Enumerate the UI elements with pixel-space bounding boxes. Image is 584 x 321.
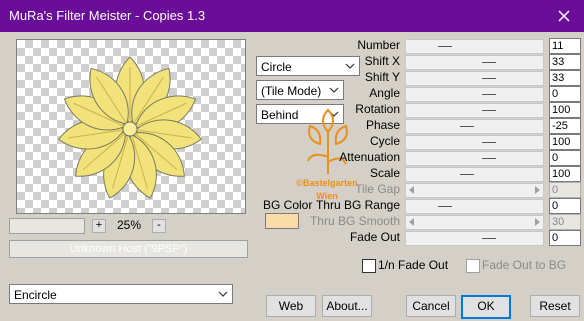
slider-thumb[interactable] [482,94,496,95]
preview-canvas[interactable] [16,39,246,214]
zoom-out-button[interactable]: - [152,219,166,233]
param-value-angle[interactable]: 0 [549,86,581,102]
param-label-rotation: Rotation [355,102,400,116]
param-label-thru-bg-range: Thru BG Range [315,198,400,212]
param-label-number: Number [357,38,400,52]
title-bar: MuRa's Filter Meister - Copies 1.3 [0,0,584,32]
param-slider-shift-y[interactable] [405,71,544,86]
param-value-cycle[interactable]: 100 [549,134,581,150]
param-value-thru-bg-range[interactable]: 0 [549,198,581,214]
dialog-body: + 25% - Unknown Host ("9PSP") Circle (Ti… [0,32,584,321]
param-value-rotation[interactable]: 100 [549,102,581,118]
slider-thumb[interactable] [482,238,496,239]
param-label-shift-x: Shift X [364,54,400,68]
slider-thumb[interactable] [438,206,452,207]
param-label-attenuation: Attenuation [339,150,400,164]
param-value-scale[interactable]: 100 [549,166,581,182]
slider-thumb[interactable] [460,126,474,127]
param-value-tile-gap[interactable]: 0 [549,182,581,198]
zoom-track [9,218,85,234]
param-value-number[interactable]: 11 [549,38,581,54]
fade-1n-checkbox[interactable] [362,259,376,273]
zoom-level: 25% [117,218,142,232]
param-slider-rotation[interactable] [405,103,544,118]
param-value-phase[interactable]: -25 [549,118,581,134]
fade-bg-checkbox[interactable] [466,259,480,273]
param-slider-scale[interactable] [405,167,544,182]
param-slider-phase[interactable] [405,119,544,134]
param-value-shift-x[interactable]: 33 [549,54,581,70]
right-arrow-icon[interactable] [535,218,540,226]
param-label-fade-out: Fade Out [349,230,400,244]
param-label-angle: Angle [369,86,400,100]
param-slider-fade-out[interactable] [405,231,544,246]
param-label-cycle: Cycle [369,134,400,148]
effect-combo-value: Encircle [14,288,57,302]
host-status: Unknown Host ("9PSP") [9,240,248,258]
web-button[interactable]: Web [266,295,316,317]
cancel-button[interactable]: Cancel [406,295,456,317]
param-slider-tile-gap[interactable] [405,183,544,198]
param-label-tile-gap: Tile Gap [355,182,400,196]
param-slider-thru-bg-range[interactable] [405,199,544,214]
about-button[interactable]: About... [322,295,372,317]
chevron-down-icon [218,291,228,297]
slider-thumb[interactable] [482,62,496,63]
param-slider-number[interactable] [405,39,544,54]
effect-combo[interactable]: Encircle [9,284,233,304]
slider-thumb[interactable] [482,158,496,159]
left-arrow-icon[interactable] [409,186,414,194]
param-label-phase: Phase [365,118,400,132]
param-label-scale: Scale [369,166,400,180]
param-value-shift-y[interactable]: 33 [549,70,581,86]
param-slider-angle[interactable] [405,87,544,102]
param-slider-attenuation[interactable] [405,151,544,166]
param-value-attenuation[interactable]: 0 [549,150,581,166]
param-value-thru-bg-smooth[interactable]: 30 [549,214,581,230]
window-title: MuRa's Filter Meister - Copies 1.3 [9,8,206,23]
slider-thumb[interactable] [482,78,496,79]
left-arrow-icon[interactable] [409,218,414,226]
slider-thumb[interactable] [482,142,496,143]
right-arrow-icon[interactable] [535,186,540,194]
flower-center [122,121,138,137]
fade-1n-label: 1/n Fade Out [378,258,449,272]
ok-button[interactable]: OK [461,295,511,319]
param-slider-cycle[interactable] [405,135,544,150]
close-icon[interactable] [552,4,576,28]
slider-thumb[interactable] [460,174,474,175]
reset-button[interactable]: Reset [530,295,580,317]
param-label-thru-bg-smooth: Thru BG Smooth [309,214,400,228]
fade-bg-label: Fade Out to BG [482,258,567,272]
param-slider-shift-x[interactable] [405,55,544,70]
param-value-fade-out[interactable]: 0 [549,230,581,246]
param-label-shift-y: Shift Y [364,70,400,84]
zoom-in-button[interactable]: + [92,219,106,233]
slider-thumb[interactable] [438,46,452,47]
slider-thumb[interactable] [482,110,496,111]
param-slider-thru-bg-smooth[interactable] [405,215,544,230]
flower-image [58,56,202,199]
